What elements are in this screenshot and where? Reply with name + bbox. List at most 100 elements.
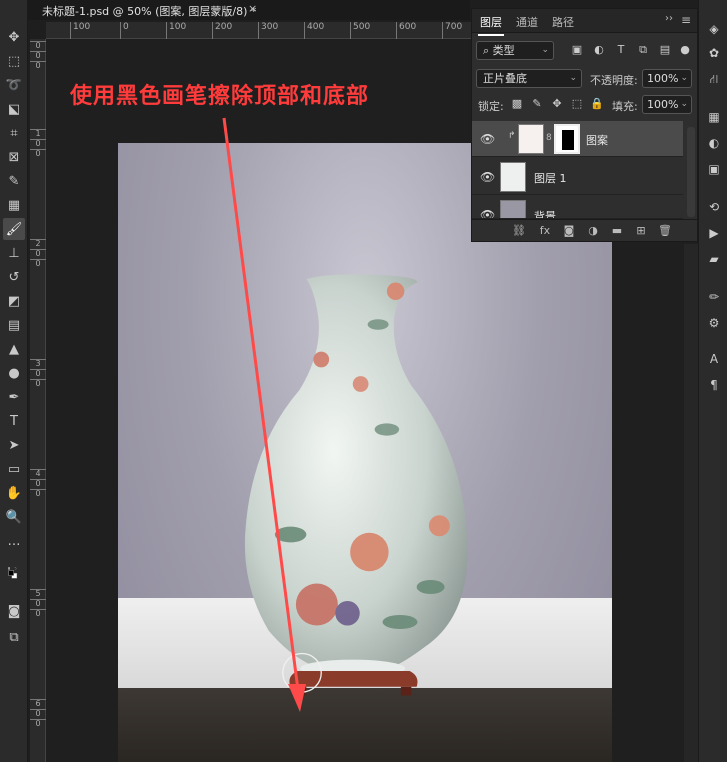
fill-field[interactable]: 100% ⌄	[642, 95, 692, 114]
add-mask-icon[interactable]: ◙	[560, 222, 578, 240]
panel-tabs: 图层 通道 路径 ›› ≡	[472, 9, 697, 36]
lock-position-icon[interactable]: ✥	[548, 95, 566, 113]
blend-mode-dropdown[interactable]: 正片叠底 ⌄	[476, 69, 582, 88]
ruler-tick: 100	[166, 22, 186, 39]
chevron-down-icon: ⌄	[569, 73, 577, 83]
brush-settings-dock-icon[interactable]: ⚙	[705, 314, 723, 332]
filter-type-icon[interactable]: T	[612, 41, 630, 59]
new-group-icon[interactable]: ▬	[608, 222, 626, 240]
history-dock-icon[interactable]: ⟲	[705, 198, 723, 216]
filter-toggle-icon[interactable]: ●	[676, 41, 694, 59]
layer-row-layer1[interactable]: 👁 图层 1	[472, 159, 683, 195]
filter-shape-icon[interactable]: ⧉	[634, 41, 652, 59]
blend-mode-value: 正片叠底	[483, 72, 527, 85]
adjustments-dock-icon[interactable]: ◐	[705, 134, 723, 152]
link-icon[interactable]: 8	[546, 133, 552, 143]
visibility-eye-icon[interactable]: 👁	[480, 170, 495, 184]
fill-label: 填充:	[612, 100, 638, 113]
layer-row-pattern[interactable]: 👁 ↱ 8 图案	[472, 121, 683, 157]
paths-dock-icon[interactable]: ⛙	[705, 70, 723, 88]
layers-dock-icon[interactable]: ◈	[705, 20, 723, 38]
properties-dock-icon[interactable]: ▣	[705, 160, 723, 178]
color-swatches[interactable]: ◘ ⮌	[0, 556, 26, 592]
opacity-value: 100%	[647, 72, 679, 85]
move-tool-icon[interactable]: ✥	[3, 26, 25, 48]
filter-adjustment-icon[interactable]: ◐	[590, 41, 608, 59]
filter-type-dropdown[interactable]: ⌕ 类型 ⌄	[476, 41, 554, 60]
document-tab[interactable]: 未标题-1.psd @ 50% (图案, 图层蒙版/8) * ×	[28, 0, 470, 20]
dodge-tool-icon[interactable]: ●	[3, 362, 25, 384]
opacity-field[interactable]: 100% ⌄	[642, 69, 692, 88]
blur-tool-icon[interactable]: ▲	[3, 338, 25, 360]
brush-tool-icon[interactable]: 🖌	[3, 218, 25, 240]
quick-select-tool-icon[interactable]: ⬕	[3, 98, 25, 120]
clone-stamp-tool-icon[interactable]: ⊥	[3, 242, 25, 264]
eraser-tool-icon[interactable]: ◩	[3, 290, 25, 312]
tab-layers[interactable]: 图层	[478, 14, 504, 36]
lock-image-icon[interactable]: ✎	[528, 95, 546, 113]
layer-row-background[interactable]: 👁 背景	[472, 197, 683, 219]
instruction-annotation: 使用黑色画笔擦除顶部和底部	[70, 84, 370, 109]
zoom-tool-icon[interactable]: 🔍	[3, 506, 25, 528]
visibility-eye-icon[interactable]: 👁	[480, 208, 495, 218]
panel-menu-icon[interactable]: ≡	[681, 13, 691, 27]
more-tools-icon[interactable]: …	[3, 530, 25, 552]
layer-name[interactable]: 图层 1	[534, 170, 567, 186]
layer-name[interactable]: 图案	[586, 132, 608, 148]
lock-label: 锁定:	[478, 100, 504, 113]
fx-icon[interactable]: fx	[536, 222, 554, 240]
lock-transparent-icon[interactable]: ▩	[508, 95, 526, 113]
type-tool-icon[interactable]: T	[3, 410, 25, 432]
actions-dock-icon[interactable]: ▶	[705, 224, 723, 242]
chevron-down-icon: ⌄	[680, 73, 688, 83]
paragraph-dock-icon[interactable]: ¶	[705, 376, 723, 394]
lock-all-icon[interactable]: 🔒	[588, 95, 606, 113]
color-dock-icon[interactable]: ✿	[705, 44, 723, 62]
vertical-ruler: 0 0 0 1 0 0 2 0 0 3 0 0 4 0 0 5 0 0 6 0 …	[30, 39, 46, 762]
ruler-tick: 3	[30, 359, 46, 368]
ruler-tick: 600	[396, 22, 416, 39]
ruler-tick: 0	[30, 149, 46, 158]
panel-scroll-strip[interactable]	[684, 244, 698, 762]
new-layer-icon[interactable]: ⊞	[632, 222, 650, 240]
tab-channels[interactable]: 通道	[516, 14, 538, 30]
history-brush-tool-icon[interactable]: ↺	[3, 266, 25, 288]
ruler-tick: 500	[350, 22, 370, 39]
marquee-tool-icon[interactable]: ⬚	[3, 50, 25, 72]
visibility-eye-icon[interactable]: 👁	[480, 132, 495, 146]
ruler-tick: 0	[120, 22, 129, 39]
comments-dock-icon[interactable]: ▰	[705, 250, 723, 268]
path-select-tool-icon[interactable]: ➤	[3, 434, 25, 456]
screen-mode-icon[interactable]: ⧉	[3, 626, 25, 648]
ruler-tick: 700	[442, 22, 462, 39]
eyedropper-tool-icon[interactable]: ✎	[3, 170, 25, 192]
tools-panel: ✥ ⬚ ➰ ⬕ ⌗ ⊠ ✎ ▦ 🖌 ⊥ ↺ ◩ ▤ ▲ ● ✒ T ➤ ▭ ✋ …	[0, 0, 28, 762]
ruler-tick: 0	[30, 719, 46, 728]
brushes-dock-icon[interactable]: ✏	[705, 288, 723, 306]
filter-smart-object-icon[interactable]: ▤	[656, 41, 674, 59]
quick-mask-icon[interactable]: ◙	[3, 600, 25, 622]
ruler-tick: 0	[30, 41, 46, 50]
healing-brush-tool-icon[interactable]: ▦	[3, 194, 25, 216]
collapse-panel-icon[interactable]: ››	[665, 13, 673, 24]
delete-layer-icon[interactable]: 🗑	[656, 222, 674, 240]
libraries-dock-icon[interactable]: ▦	[705, 108, 723, 126]
frame-tool-icon[interactable]: ⊠	[3, 146, 25, 168]
tab-paths[interactable]: 路径	[552, 14, 574, 30]
layer-name[interactable]: 背景	[534, 208, 556, 218]
close-tab-icon[interactable]: ×	[248, 2, 257, 15]
link-layers-icon[interactable]: ⛓	[510, 222, 528, 240]
rectangle-tool-icon[interactable]: ▭	[3, 458, 25, 480]
gradient-tool-icon[interactable]: ▤	[3, 314, 25, 336]
lock-artboard-icon[interactable]: ⬚	[568, 95, 586, 113]
lasso-tool-icon[interactable]: ➰	[3, 74, 25, 96]
hand-tool-icon[interactable]: ✋	[3, 482, 25, 504]
layers-scrollbar[interactable]	[687, 127, 695, 217]
character-dock-icon[interactable]: A	[705, 350, 723, 368]
pen-tool-icon[interactable]: ✒	[3, 386, 25, 408]
filter-pixel-icon[interactable]: ▣	[568, 41, 586, 59]
clipping-mask-icon: ↱	[508, 131, 516, 141]
crop-tool-icon[interactable]: ⌗	[3, 122, 25, 144]
adjustment-layer-icon[interactable]: ◑	[584, 222, 602, 240]
layer-mask-thumbnail[interactable]	[554, 124, 580, 154]
